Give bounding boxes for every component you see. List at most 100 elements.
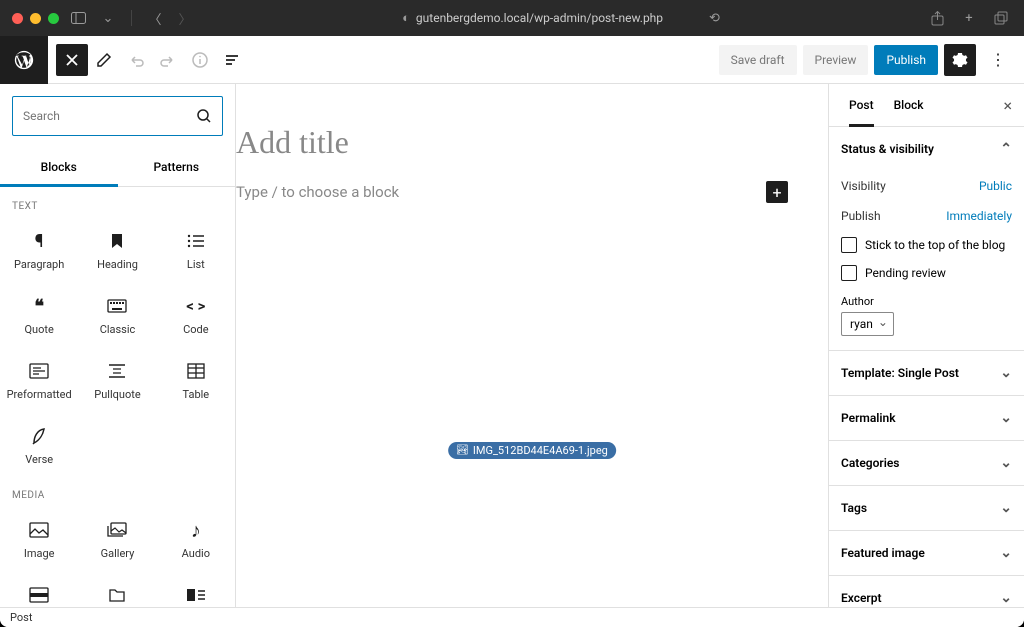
details-icon[interactable] [184, 44, 216, 76]
pending-label: Pending review [865, 266, 946, 280]
panel-excerpt: Excerpt ⌄ [829, 576, 1024, 607]
edit-mode-icon[interactable] [88, 44, 120, 76]
panel-header[interactable]: Excerpt ⌄ [829, 576, 1024, 607]
checkbox-icon [841, 265, 857, 281]
dropped-file-badge[interactable]: 🏞 IMG_512BD44E4A69-1.jpeg [448, 442, 616, 459]
author-value: ryan [850, 317, 873, 331]
nav-back-icon[interactable]: 〈 [144, 7, 166, 29]
settings-sidebar: Post Block × Status & visibility ⌃ Visib… [828, 84, 1024, 607]
feather-icon [31, 425, 47, 447]
panel-title: Categories [841, 456, 899, 470]
list-view-icon[interactable] [216, 44, 248, 76]
address-bar[interactable]: ◐ gutenbergdemo.local/wp-admin/post-new.… [204, 7, 918, 29]
panel-status-visibility: Status & visibility ⌃ Visibility Public … [829, 127, 1024, 351]
block-media-text[interactable]: Media & Text [157, 570, 235, 607]
block-inserter-panel: Blocks Patterns TEXT ¶Paragraph Heading … [0, 84, 236, 607]
pending-review-checkbox[interactable]: Pending review [841, 259, 1012, 287]
block-verse[interactable]: Verse [0, 411, 78, 476]
visibility-value-link[interactable]: Public [979, 179, 1012, 193]
tab-patterns[interactable]: Patterns [118, 148, 236, 186]
window-controls [12, 13, 59, 24]
share-icon[interactable] [926, 7, 948, 29]
tabs-icon[interactable] [990, 7, 1012, 29]
close-sidebar-icon[interactable]: × [991, 96, 1024, 115]
stick-to-top-checkbox[interactable]: Stick to the top of the blog [841, 231, 1012, 259]
nav-forward-icon[interactable]: 〉 [174, 7, 196, 29]
block-preformatted[interactable]: Preformatted [0, 346, 78, 411]
panel-header[interactable]: Tags⌄ [829, 486, 1024, 530]
block-quote[interactable]: ❝Quote [0, 281, 78, 346]
image-icon [29, 519, 49, 541]
panel-template: Template: Single Post⌄ [829, 351, 1024, 396]
panel-title: Permalink [841, 411, 896, 425]
chevron-down-icon[interactable]: ⌄ [97, 7, 119, 29]
close-window-icon[interactable] [12, 13, 23, 24]
chevron-down-icon: ⌄ [1000, 590, 1012, 606]
block-table[interactable]: Table [157, 346, 235, 411]
minimize-window-icon[interactable] [30, 13, 41, 24]
file-icon [108, 584, 126, 606]
new-tab-icon[interactable]: + [958, 7, 980, 29]
close-inserter-button[interactable] [56, 44, 88, 76]
panel-header-status[interactable]: Status & visibility ⌃ [829, 127, 1024, 171]
panel-header[interactable]: Categories⌄ [829, 441, 1024, 485]
search-field[interactable] [23, 109, 196, 123]
sidebar-tab-post[interactable]: Post [839, 84, 884, 126]
redo-icon[interactable] [152, 44, 184, 76]
publish-row: Publish Immediately [841, 201, 1012, 231]
panel-categories: Categories⌄ [829, 441, 1024, 486]
publish-value-link[interactable]: Immediately [946, 209, 1012, 223]
author-select[interactable]: ryan [841, 312, 894, 336]
maximize-window-icon[interactable] [48, 13, 59, 24]
settings-button[interactable] [944, 44, 976, 76]
save-draft-button[interactable]: Save draft [719, 45, 797, 75]
sidebar-tabs: Post Block × [829, 84, 1024, 127]
sidebar-toggle-icon[interactable] [67, 7, 89, 29]
url-text: gutenbergdemo.local/wp-admin/post-new.ph… [416, 11, 663, 25]
preformatted-icon [29, 360, 49, 382]
search-icon [196, 108, 212, 124]
block-pullquote[interactable]: Pullquote [78, 346, 156, 411]
block-audio[interactable]: ♪Audio [157, 505, 235, 570]
dropped-file-name: IMG_512BD44E4A69-1.jpeg [473, 444, 608, 457]
block-image[interactable]: Image [0, 505, 78, 570]
panel-header[interactable]: Template: Single Post⌄ [829, 351, 1024, 395]
quote-icon: ❝ [34, 295, 44, 317]
block-list[interactable]: List [157, 216, 235, 281]
pullquote-icon [107, 360, 127, 382]
block-gallery[interactable]: Gallery [78, 505, 156, 570]
more-options-icon[interactable]: ⋮ [982, 44, 1014, 76]
reload-icon[interactable]: ⟲ [709, 7, 720, 29]
block-paragraph[interactable]: ¶Paragraph [0, 216, 78, 281]
list-icon [187, 230, 205, 252]
block-search-input[interactable] [12, 96, 223, 136]
block-classic[interactable]: Classic [78, 281, 156, 346]
keyboard-icon [107, 295, 127, 317]
main-area: Blocks Patterns TEXT ¶Paragraph Heading … [0, 84, 1024, 607]
preview-button[interactable]: Preview [803, 45, 869, 75]
checkbox-icon [841, 237, 857, 253]
publish-button[interactable]: Publish [874, 45, 938, 75]
tab-blocks[interactable]: Blocks [0, 148, 118, 186]
visibility-label: Visibility [841, 179, 886, 193]
panel-featured-image: Featured image⌄ [829, 531, 1024, 576]
panel-title: Excerpt [841, 591, 882, 605]
panel-header[interactable]: Permalink ⌄ [829, 396, 1024, 440]
wordpress-logo[interactable] [0, 36, 48, 84]
undo-icon[interactable] [120, 44, 152, 76]
editor-canvas[interactable]: Add title Type / to choose a block + 🏞 I… [236, 84, 828, 607]
block-prompt-text[interactable]: Type / to choose a block [236, 183, 766, 201]
sidebar-tab-block[interactable]: Block [884, 84, 934, 126]
panel-title: Featured image [841, 546, 925, 560]
chevron-down-icon: ⌄ [1000, 410, 1012, 426]
breadcrumb-text[interactable]: Post [10, 611, 32, 624]
block-cover[interactable]: Cover [0, 570, 78, 607]
block-heading[interactable]: Heading [78, 216, 156, 281]
panel-header[interactable]: Featured image⌄ [829, 531, 1024, 575]
block-code[interactable]: < >Code [157, 281, 235, 346]
block-file[interactable]: File [78, 570, 156, 607]
chevron-down-icon: ⌄ [1000, 500, 1012, 516]
post-title-input[interactable]: Add title [236, 124, 788, 161]
visibility-row: Visibility Public [841, 171, 1012, 201]
add-block-button[interactable]: + [766, 181, 788, 203]
